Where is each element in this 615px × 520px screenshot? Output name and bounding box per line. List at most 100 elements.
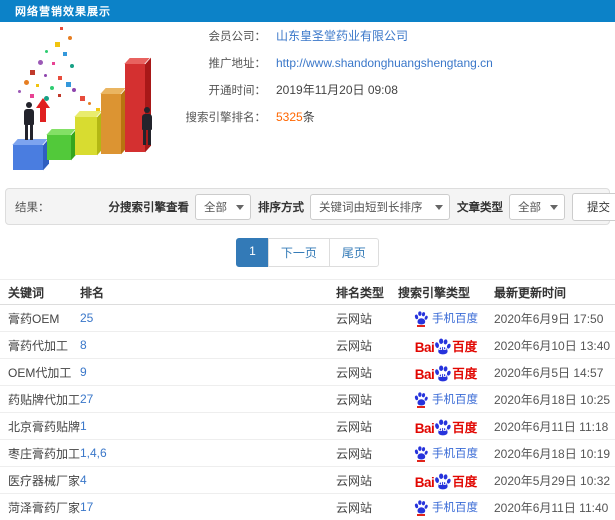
chart-bar-4 <box>101 94 121 154</box>
confetti-dot <box>38 60 43 65</box>
confetti-dot <box>88 102 91 105</box>
confetti-dot <box>70 64 74 68</box>
column-header: 搜索引擎类型 <box>398 279 494 305</box>
rank-cell[interactable]: 25 <box>80 304 336 332</box>
info-row: 搜索引擎排名： 5325条 <box>170 103 493 130</box>
confetti-dot <box>80 96 85 101</box>
updated-time-cell: 2020年6月5日 14:57 <box>494 358 615 386</box>
info-label: 搜索引擎排名： <box>185 111 267 124</box>
table-row: 医疗器械厂家 4 云网站 Bai du 百度 2020年5月29日 10:32 <box>0 466 615 494</box>
confetti-dot <box>55 42 60 47</box>
filter-select-value: 关键词由短到长排序 <box>319 201 423 214</box>
updated-time-cell: 2020年6月11日 11:18 <box>494 412 615 440</box>
table-row: 药贴牌代加工 27 云网站 手机百度 2020年6月18日 10:25 <box>0 385 615 413</box>
rank-cell[interactable]: 9 <box>80 358 336 386</box>
keyword-cell: 枣庄膏药加工 <box>0 439 80 467</box>
confetti-dot <box>24 80 29 85</box>
filter-group: 排序方式 关键词由短到长排序 <box>258 193 450 220</box>
confetti-dot <box>60 27 63 30</box>
rank-type-cell: 云网站 <box>336 304 398 332</box>
updated-time-cell: 2020年6月11日 11:40 <box>494 493 615 520</box>
up-arrow-icon <box>36 98 50 108</box>
confetti-dot <box>58 76 62 80</box>
rank-type-cell: 云网站 <box>336 331 398 359</box>
engine-type-cell: Bai du 百度 <box>398 466 494 494</box>
table-row: OEM代加工 9 云网站 Bai du 百度 2020年6月5日 14:57 <box>0 358 615 386</box>
mobile-baidu-logo: 手机百度 <box>414 445 478 462</box>
sort-filter-select[interactable]: 关键词由短到长排序 <box>310 193 450 220</box>
confetti-dot <box>68 36 72 40</box>
mobile-baidu-logo: 手机百度 <box>414 391 478 408</box>
businessman-figure-left <box>22 102 36 140</box>
table-row: 膏药代加工 8 云网站 Bai du 百度 2020年6月10日 13:40 <box>0 331 615 359</box>
baidu-paw-icon <box>414 392 428 408</box>
rank-cell[interactable]: 27 <box>80 385 336 413</box>
filter-label: 排序方式 <box>258 201 304 214</box>
chevron-down-icon <box>236 204 244 210</box>
keyword-cell: OEM代加工 <box>0 358 80 386</box>
rank-cell[interactable]: 4 <box>80 466 336 494</box>
baidu-logo: Bai du 百度 <box>414 338 478 355</box>
info-value: 5325条 <box>276 110 315 124</box>
page-title: 网络营销效果展示 <box>15 6 111 18</box>
updated-time-cell: 2020年6月18日 10:25 <box>494 385 615 413</box>
confetti-dot <box>58 94 61 97</box>
confetti-dot <box>30 70 35 75</box>
filter-bar: 结果： 分搜索引擎查看 全部 排序方式 关键词由短到长排序 文章类型 全部 提交 <box>5 188 615 225</box>
updated-time-cell: 2020年5月29日 10:32 <box>494 466 615 494</box>
ranking-count: 5325 <box>276 110 303 124</box>
confetti-dot <box>36 84 39 87</box>
rank-cell[interactable]: 8 <box>80 331 336 359</box>
column-header: 最新更新时间 <box>494 279 615 305</box>
keyword-cell: 北京膏药贴牌 <box>0 412 80 440</box>
page-button[interactable]: 尾页 <box>328 238 379 267</box>
page-button-current[interactable]: 1 <box>236 238 269 267</box>
engine-type-cell: 手机百度 <box>398 493 494 520</box>
keyword-cell: 菏泽膏药厂家 <box>0 493 80 520</box>
rank-cell[interactable]: 17 <box>80 493 336 520</box>
engine-filter-select[interactable]: 全部 <box>195 193 251 220</box>
table-header-row: 关键词 排名 排名类型 搜索引擎类型 最新更新时间 <box>0 279 615 305</box>
rank-type-cell: 云网站 <box>336 412 398 440</box>
table-row: 菏泽膏药厂家 17 云网站 手机百度 2020年6月11日 11:40 <box>0 493 615 520</box>
results-table: 关键词 排名 排名类型 搜索引擎类型 最新更新时间 膏药OEM 25 云网站 手机百度 … <box>0 279 615 520</box>
confetti-dot <box>72 88 76 92</box>
updated-time-cell: 2020年6月10日 13:40 <box>494 331 615 359</box>
table-row: 北京膏药贴牌 1 云网站 Bai du 百度 2020年6月11日 11:18 <box>0 412 615 440</box>
info-value[interactable]: http://www.shandonghuangshengtang.cn <box>276 56 493 70</box>
baidu-logo: Bai du 百度 <box>414 473 478 490</box>
engine-type-cell: 手机百度 <box>398 385 494 413</box>
submit-button[interactable]: 提交 <box>572 192 615 221</box>
page-button[interactable]: 下一页 <box>267 238 330 267</box>
filter-select-value: 全部 <box>518 201 541 214</box>
info-row: 推广地址： http://www.shandonghuangshengtang.… <box>170 49 493 76</box>
chart-bar-2 <box>47 135 71 160</box>
filter-label: 文章类型 <box>457 201 503 214</box>
company-info-section: 会员公司： 山东皇圣堂药业有限公司 推广地址： http://www.shand… <box>0 22 615 188</box>
column-header: 排名 <box>80 279 336 305</box>
pagination: 1 下一页 尾页 <box>0 238 615 267</box>
mobile-baidu-logo: 手机百度 <box>414 499 478 516</box>
filter-group: 文章类型 全部 <box>457 193 565 220</box>
baidu-logo: Bai du 百度 <box>414 365 478 382</box>
engine-type-cell: Bai du 百度 <box>398 331 494 359</box>
table-row: 膏药OEM 25 云网站 手机百度 2020年6月9日 17:50 <box>0 304 615 332</box>
confetti-dot <box>30 94 34 98</box>
info-row: 会员公司： 山东皇圣堂药业有限公司 <box>170 22 493 49</box>
filter-group: 分搜索引擎查看 全部 <box>109 193 251 220</box>
keyword-cell: 膏药代加工 <box>0 331 80 359</box>
confetti-dot <box>66 82 71 87</box>
engine-type-cell: Bai du 百度 <box>398 412 494 440</box>
rank-cell[interactable]: 1,4,6 <box>80 439 336 467</box>
filter-select-value: 全部 <box>204 201 227 214</box>
info-value[interactable]: 山东皇圣堂药业有限公司 <box>276 27 408 44</box>
info-label: 会员公司： <box>208 30 267 43</box>
baidu-logo: Bai du 百度 <box>414 419 478 436</box>
article-type-filter-select[interactable]: 全部 <box>509 193 565 220</box>
updated-time-cell: 2020年6月9日 17:50 <box>494 304 615 332</box>
baidu-paw-icon: du <box>434 419 451 436</box>
chevron-down-icon <box>550 204 558 210</box>
rank-type-cell: 云网站 <box>336 439 398 467</box>
rank-cell[interactable]: 1 <box>80 412 336 440</box>
chevron-down-icon <box>435 204 443 210</box>
